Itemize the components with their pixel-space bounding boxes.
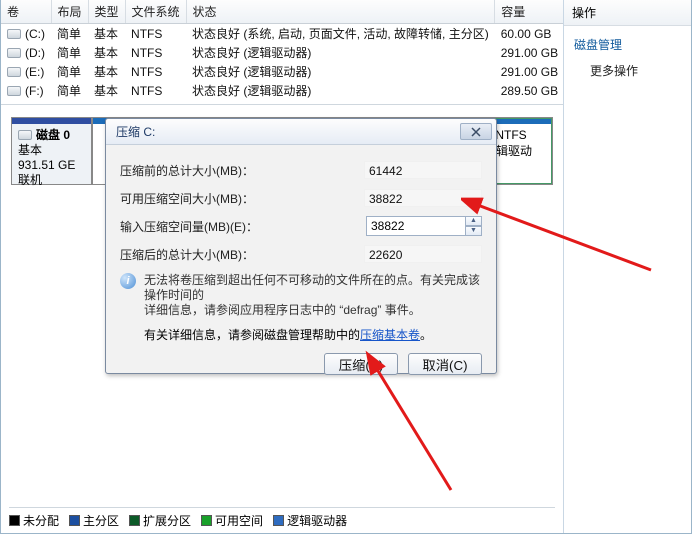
label-size-after: 压缩后的总计大小(MB)： xyxy=(120,246,254,263)
info-icon: i xyxy=(120,273,136,289)
volume-icon xyxy=(7,67,21,77)
volume-table: 卷 布局 类型 文件系统 状态 容量 可用 (C:)简单基本NTFS状态良好 (… xyxy=(1,0,563,105)
volume-icon xyxy=(7,29,21,39)
actions-header: 操作 xyxy=(564,0,691,26)
shrink-dialog: 压缩 C: 压缩前的总计大小(MB)： 61442 可用压缩空间大小(MB)： … xyxy=(105,118,497,374)
disk-type: 基本 xyxy=(18,143,85,158)
disk-size: 931.51 GE xyxy=(18,158,85,173)
dialog-title: 压缩 C: xyxy=(116,123,155,140)
disk-state: 联机 xyxy=(18,173,85,188)
spin-up-icon[interactable]: ▲ xyxy=(466,216,482,226)
shrink-amount-input[interactable] xyxy=(366,216,466,236)
label-avail-shrink: 可用压缩空间大小(MB)： xyxy=(120,190,254,207)
shrink-button[interactable]: 压缩(S) xyxy=(324,353,398,375)
label-size-before: 压缩前的总计大小(MB)： xyxy=(120,162,254,179)
col-status[interactable]: 状态 xyxy=(186,0,495,24)
table-row[interactable]: (E:)简单基本NTFS状态良好 (逻辑驱动器)291.00 GB282. xyxy=(1,62,563,81)
volume-icon xyxy=(7,86,21,96)
col-capacity[interactable]: 容量 xyxy=(495,0,563,24)
legend-item: 扩展分区 xyxy=(129,512,191,529)
value-size-before: 61442 xyxy=(364,161,482,179)
legend: 未分配主分区扩展分区可用空间逻辑驱动器 xyxy=(9,507,555,529)
label-shrink-amount: 输入压缩空间量(MB)(E)： xyxy=(120,218,258,235)
legend-item: 未分配 xyxy=(9,512,59,529)
value-size-after: 22620 xyxy=(364,245,482,263)
disk-icon xyxy=(18,130,32,140)
col-type[interactable]: 类型 xyxy=(88,0,125,24)
legend-item: 逻辑驱动器 xyxy=(273,512,347,529)
actions-pane: 操作 磁盘管理 更多操作 xyxy=(563,0,691,533)
table-row[interactable]: (D:)简单基本NTFS状态良好 (逻辑驱动器)291.00 GB238.8 xyxy=(1,43,563,62)
help-link-shrink-basic-volume[interactable]: 压缩基本卷 xyxy=(360,328,420,342)
table-row[interactable]: (C:)简单基本NTFS状态良好 (系统, 启动, 页面文件, 活动, 故障转储… xyxy=(1,24,563,44)
legend-item: 可用空间 xyxy=(201,512,263,529)
legend-item: 主分区 xyxy=(69,512,119,529)
disk-summary[interactable]: 磁盘 0 基本 931.51 GE 联机 xyxy=(12,118,92,184)
col-volume[interactable]: 卷 xyxy=(1,0,51,24)
spin-down-icon[interactable]: ▼ xyxy=(466,226,482,236)
table-row[interactable]: (F:)简单基本NTFS状态良好 (逻辑驱动器)289.50 GB271. xyxy=(1,81,563,100)
disk-label-text: 磁盘 0 xyxy=(36,128,70,142)
col-fs[interactable]: 文件系统 xyxy=(125,0,186,24)
value-avail-shrink: 38822 xyxy=(364,189,482,207)
volume-icon xyxy=(7,48,21,58)
close-icon[interactable] xyxy=(460,123,492,140)
info-text: 无法将卷压缩到超出任何不可移动的文件所在的点。有关完成该操作时间的 详细信息，请… xyxy=(144,273,482,318)
actions-group-disk-mgmt[interactable]: 磁盘管理 xyxy=(574,32,681,57)
col-layout[interactable]: 布局 xyxy=(51,0,88,24)
details-text: 有关详细信息，请参阅磁盘管理帮助中的压缩基本卷。 xyxy=(144,326,482,343)
actions-more[interactable]: 更多操作 xyxy=(574,57,681,84)
cancel-button[interactable]: 取消(C) xyxy=(408,353,482,375)
